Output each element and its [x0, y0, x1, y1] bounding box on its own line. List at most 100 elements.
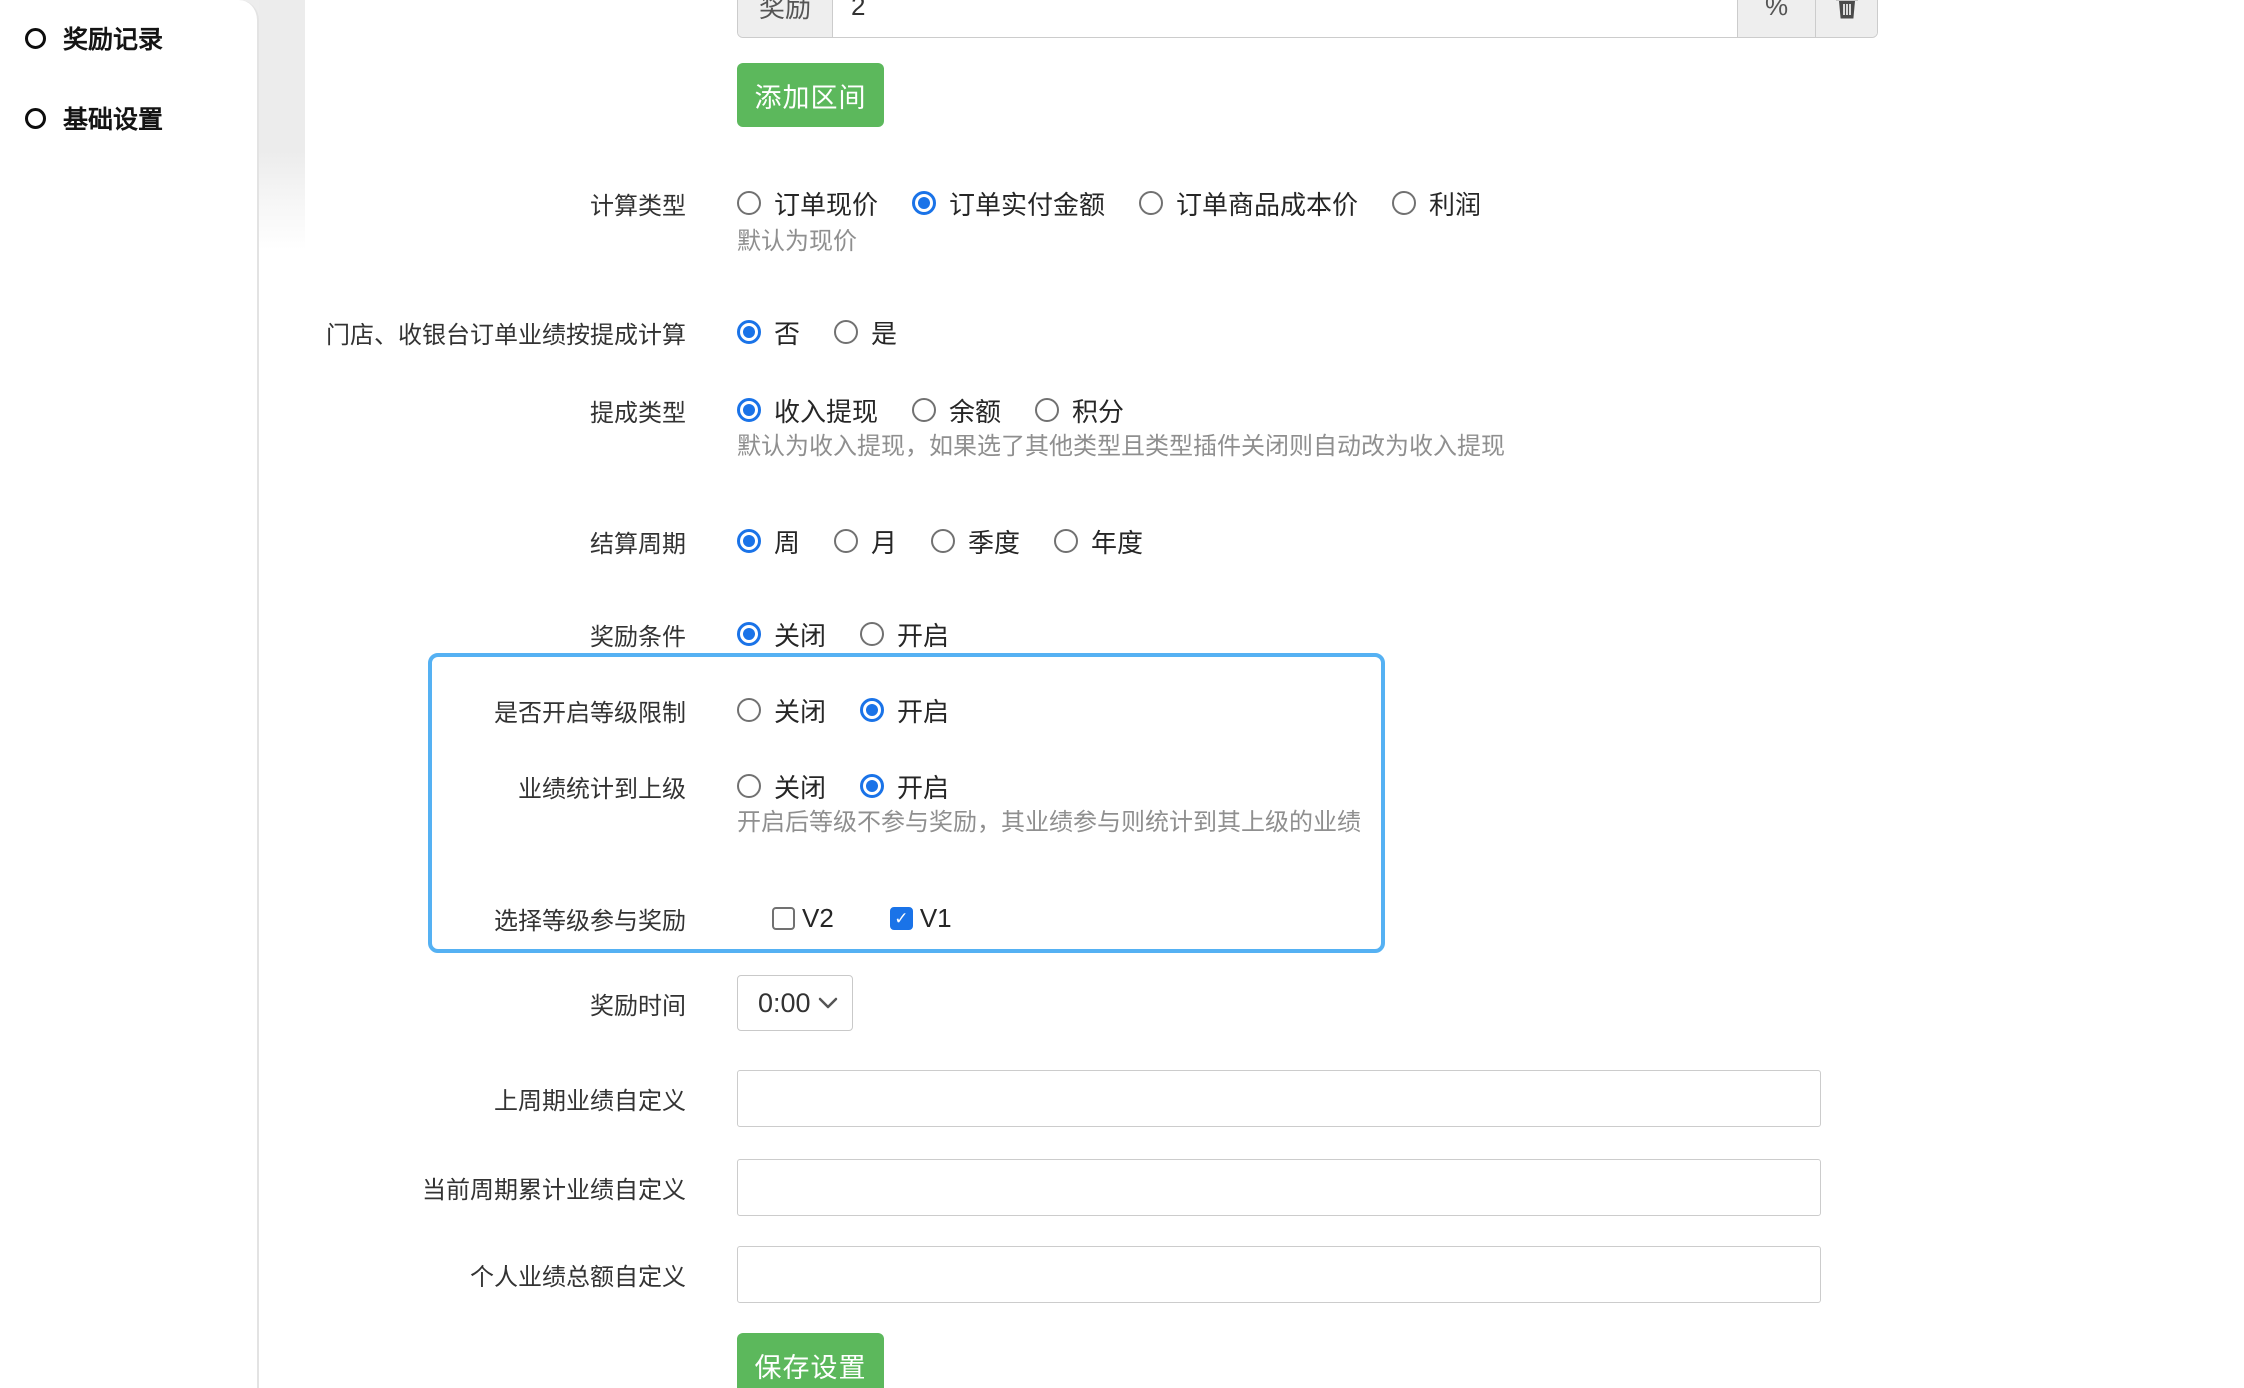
radio-icon[interactable] [737, 398, 761, 422]
checkbox-icon[interactable]: ✓ [890, 907, 913, 930]
checkbox-icon[interactable] [772, 907, 795, 930]
radio-option[interactable]: 订单实付金额 [912, 185, 1105, 222]
radio-option-label: 收入提现 [774, 392, 878, 429]
radio-icon[interactable] [737, 191, 761, 215]
field-label-perf-to-parent: 业绩统计到上级 [0, 769, 686, 804]
perf-to-parent-options: 关闭开启 [737, 768, 949, 805]
add-interval-button[interactable]: 添加区间 [737, 63, 884, 127]
radio-option-label: 余额 [949, 392, 1001, 429]
radio-option-label: 月 [871, 523, 897, 560]
field-label-level-select: 选择等级参与奖励 [0, 901, 686, 936]
field-label-calc-type: 计算类型 [0, 186, 686, 221]
radio-icon[interactable] [1054, 529, 1078, 553]
form-row-reward-condition: 奖励条件 关闭 开启 [0, 611, 2244, 657]
interval-row: 奖励 % [737, 0, 1878, 38]
sidebar-item-basic-settings[interactable]: 基础设置 [25, 101, 163, 135]
radio-option[interactable]: 关闭 [737, 692, 826, 729]
radio-icon[interactable] [834, 320, 858, 344]
radio-option-label: 周 [774, 523, 800, 560]
radio-option[interactable]: 开启 [860, 692, 949, 729]
field-label-reward-time: 奖励时间 [0, 986, 686, 1021]
interval-unit-addon: % [1737, 0, 1815, 37]
calc-type-hint: 默认为现价 [737, 226, 857, 258]
page: 奖励记录 基础设置 奖励 % 添加区间 计算类型 订单现价订单实付金额 订单商品成… [0, 0, 2244, 1388]
radio-option[interactable]: 收入提现 [737, 392, 878, 429]
radio-icon[interactable] [1392, 191, 1416, 215]
radio-option[interactable]: 利润 [1392, 185, 1481, 222]
radio-icon[interactable] [912, 398, 936, 422]
custom-total-input[interactable] [737, 1246, 1821, 1303]
bullet-circle-icon [25, 28, 46, 49]
custom-current-input[interactable] [737, 1159, 1821, 1216]
field-label-reward-condition: 奖励条件 [0, 617, 686, 652]
field-label-store-perf: 门店、收银台订单业绩按提成计算 [0, 315, 686, 350]
radio-option-label: 否 [774, 314, 800, 351]
radio-option[interactable]: 关闭 [737, 768, 826, 805]
radio-icon[interactable] [834, 529, 858, 553]
radio-icon[interactable] [737, 622, 761, 646]
radio-icon[interactable] [860, 774, 884, 798]
radio-option-label: 关闭 [774, 692, 826, 729]
form-row-calc-type: 计算类型 订单现价订单实付金额 订单商品成本价利润 [0, 180, 2244, 226]
radio-option-label: 订单现价 [774, 185, 878, 222]
radio-option[interactable]: 周 [737, 523, 800, 560]
radio-option-label: 是 [871, 314, 897, 351]
level-select-checkboxes: V2 ✓V1 [772, 903, 952, 934]
radio-option-label: 关闭 [774, 768, 826, 805]
form-row-custom-total: 个人业绩总额自定义 [0, 1246, 2244, 1303]
commission-type-hint: 默认为收入提现，如果选了其他类型且类型插件关闭则自动改为收入提现 [737, 431, 1505, 463]
field-label-settle-cycle: 结算周期 [0, 524, 686, 559]
save-settings-button[interactable]: 保存设置 [737, 1333, 884, 1388]
radio-icon[interactable] [737, 698, 761, 722]
radio-option[interactable]: 积分 [1035, 392, 1124, 429]
radio-option[interactable]: 是 [834, 314, 897, 351]
radio-icon[interactable] [737, 320, 761, 344]
form-row-custom-current: 当前周期累计业绩自定义 [0, 1159, 2244, 1216]
radio-option-label: 订单商品成本价 [1176, 185, 1358, 222]
field-label-custom-current: 当前周期累计业绩自定义 [0, 1170, 686, 1205]
commission-type-options: 收入提现 余额积分 [737, 392, 1124, 429]
radio-icon[interactable] [860, 698, 884, 722]
radio-option[interactable]: 月 [834, 523, 897, 560]
interval-value-input[interactable] [833, 0, 1737, 37]
custom-prev-input[interactable] [737, 1070, 1821, 1127]
checkbox-option[interactable]: ✓V1 [890, 903, 952, 934]
radio-option-label: 开启 [897, 616, 949, 653]
radio-option[interactable]: 年度 [1054, 523, 1143, 560]
radio-option[interactable]: 关闭 [737, 616, 826, 653]
radio-option-label: 季度 [968, 523, 1020, 560]
radio-icon[interactable] [912, 191, 936, 215]
radio-option[interactable]: 季度 [931, 523, 1020, 560]
interval-prefix-addon: 奖励 [738, 0, 833, 37]
radio-icon[interactable] [737, 529, 761, 553]
radio-icon[interactable] [860, 622, 884, 646]
reward-condition-options: 关闭 开启 [737, 616, 949, 653]
reward-time-select[interactable]: 0:00 [737, 975, 853, 1031]
radio-icon[interactable] [931, 529, 955, 553]
radio-icon[interactable] [737, 774, 761, 798]
field-label-level-limit: 是否开启等级限制 [0, 693, 686, 728]
field-label-custom-prev: 上周期业绩自定义 [0, 1081, 686, 1116]
checkbox-option[interactable]: V2 [772, 903, 834, 934]
delete-interval-button[interactable] [1815, 0, 1877, 37]
radio-option[interactable]: 否 [737, 314, 800, 351]
radio-icon[interactable] [1139, 191, 1163, 215]
form-row-reward-time: 奖励时间 0:00 [0, 975, 2244, 1031]
radio-option[interactable]: 订单现价 [737, 185, 878, 222]
radio-option[interactable]: 开启 [860, 768, 949, 805]
radio-option-label: 年度 [1091, 523, 1143, 560]
form-row-settle-cycle: 结算周期 周 月 季度 年度 [0, 518, 2244, 564]
sidebar-item-reward-records[interactable]: 奖励记录 [25, 21, 163, 55]
checkbox-option-label: V2 [802, 903, 834, 934]
radio-option-label: 开启 [897, 692, 949, 729]
form-row-level-limit: 是否开启等级限制 关闭 开启 [0, 687, 2244, 733]
form-row-commission-type: 提成类型 收入提现余额积分 [0, 387, 2244, 433]
radio-option[interactable]: 开启 [860, 616, 949, 653]
radio-icon[interactable] [1035, 398, 1059, 422]
perf-to-parent-hint: 开启后等级不参与奖励，其业绩参与则统计到其上级的业绩 [737, 807, 1361, 839]
field-label-custom-total: 个人业绩总额自定义 [0, 1257, 686, 1292]
trash-icon [1835, 0, 1859, 20]
radio-option[interactable]: 余额 [912, 392, 1001, 429]
sidebar-item-label: 基础设置 [63, 100, 163, 136]
radio-option[interactable]: 订单商品成本价 [1139, 185, 1358, 222]
